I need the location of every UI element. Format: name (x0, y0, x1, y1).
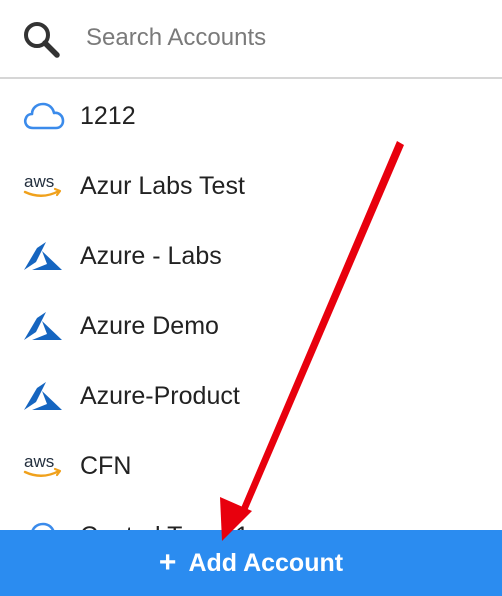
list-item[interactable]: Central Team 1 (0, 501, 502, 530)
account-name: Azure Demo (80, 312, 219, 340)
search-icon[interactable] (22, 20, 60, 58)
azure-icon (24, 242, 62, 270)
aws-icon: aws (23, 172, 62, 197)
plus-icon: + (158, 546, 177, 579)
account-name: Azure - Labs (80, 242, 222, 270)
list-item[interactable]: Azure - Labs (0, 221, 502, 291)
account-name: CFN (80, 452, 132, 480)
svg-text:aws: aws (24, 452, 54, 471)
aws-icon: aws (23, 452, 62, 477)
account-name: Azur Labs Test (80, 172, 245, 200)
account-name: Azure-Product (80, 382, 240, 410)
cloud-icon (31, 522, 55, 530)
search-input[interactable] (86, 16, 466, 60)
add-account-button[interactable]: + Add Account (0, 530, 502, 596)
add-account-label: Add Account (188, 548, 344, 577)
account-list: 1212 aws Azur Labs Test Azure - Labs Azu… (0, 79, 502, 530)
list-item[interactable]: Azure Demo (0, 291, 502, 361)
list-item[interactable]: 1212 (0, 81, 502, 151)
list-item[interactable]: aws CFN (0, 431, 502, 501)
list-item[interactable]: aws Azur Labs Test (0, 151, 502, 221)
list-item[interactable]: Azure-Product (0, 361, 502, 431)
azure-icon (24, 312, 62, 340)
svg-text:aws: aws (24, 172, 54, 191)
account-name: Central Team 1 (80, 519, 249, 530)
account-name: 1212 (80, 102, 136, 130)
azure-icon (24, 382, 62, 410)
cloud-icon (23, 102, 65, 130)
search-bar (0, 0, 502, 79)
